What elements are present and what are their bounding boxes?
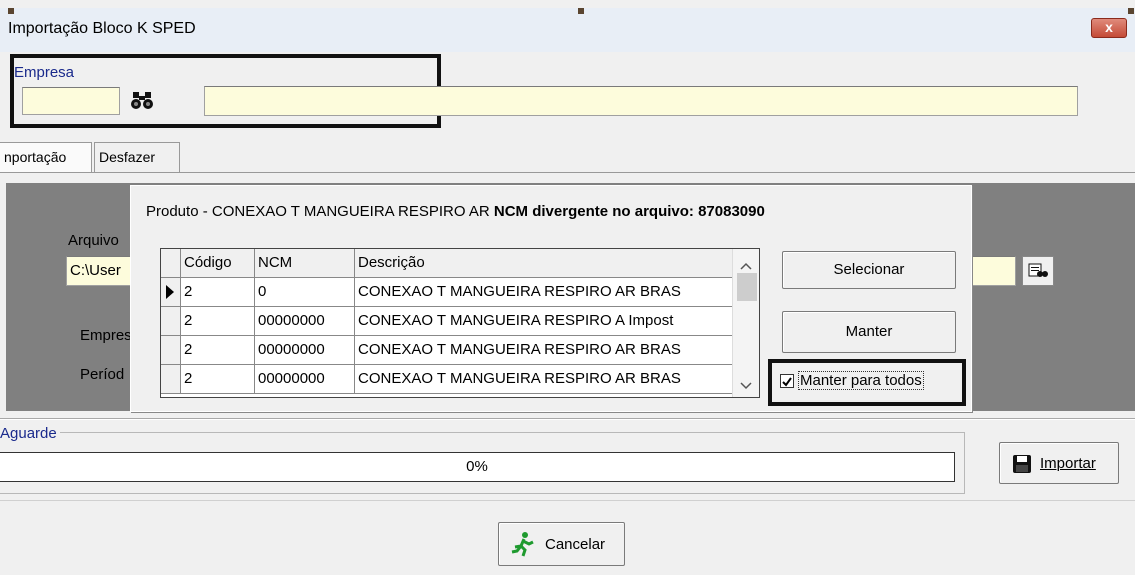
resize-grip-icon[interactable] xyxy=(1128,8,1134,14)
table-cell[interactable]: 2 xyxy=(181,307,255,336)
tab-importacao[interactable]: nportação xyxy=(0,142,92,172)
table-cell[interactable]: CONEXAO T MANGUEIRA RESPIRO A Impost xyxy=(355,307,733,336)
dialog-message: Produto - CONEXAO T MANGUEIRA RESPIRO AR… xyxy=(146,203,765,220)
column-header-codigo[interactable]: Código xyxy=(181,249,255,278)
table-cell[interactable]: 2 xyxy=(181,336,255,365)
row-indicator-current[interactable] xyxy=(161,278,181,307)
table-cell[interactable]: 00000000 xyxy=(255,336,355,365)
import-button-label: Importar xyxy=(1040,455,1096,472)
browse-folder-icon xyxy=(1028,262,1048,280)
tab-desfazer[interactable]: Desfazer xyxy=(94,142,180,172)
table-cell[interactable]: 00000000 xyxy=(255,307,355,336)
import-button[interactable]: Importar xyxy=(999,442,1119,484)
binoculars-icon[interactable] xyxy=(130,90,154,112)
section-divider xyxy=(0,418,1135,420)
running-man-icon xyxy=(511,531,535,561)
cancel-button[interactable]: Cancelar xyxy=(498,522,625,566)
empresa-label: Empresa xyxy=(14,64,75,81)
scroll-up-icon[interactable] xyxy=(740,257,752,273)
column-header-descricao[interactable]: Descrição xyxy=(355,249,733,278)
empresa-name-input[interactable] xyxy=(204,86,1078,116)
scroll-thumb[interactable] xyxy=(737,273,757,301)
column-header-ncm[interactable]: NCM xyxy=(255,249,355,278)
arquivo-label: Arquivo xyxy=(68,232,119,249)
empresa-code-input[interactable] xyxy=(22,87,120,115)
tab-desfazer-label: Desfazer xyxy=(99,149,156,165)
table-cell[interactable]: 00000000 xyxy=(255,365,355,394)
tab-divider xyxy=(0,172,1135,173)
close-button[interactable]: x xyxy=(1091,18,1127,38)
scroll-down-icon[interactable] xyxy=(740,377,752,393)
resize-grip-icon[interactable] xyxy=(578,8,584,14)
arquivo-input-tail[interactable] xyxy=(970,256,1016,286)
table-cell[interactable]: CONEXAO T MANGUEIRA RESPIRO AR BRAS xyxy=(355,278,733,307)
dialog-message-ncm: NCM divergente no arquivo: 87083090 xyxy=(493,203,765,220)
product-grid[interactable]: Código NCM Descrição 2 0 CONEXAO T MANGU… xyxy=(160,248,760,398)
keep-all-label[interactable]: Manter para todos xyxy=(798,371,924,390)
empresa-panel-label: Empres xyxy=(80,327,132,344)
browse-file-button[interactable] xyxy=(1022,256,1054,286)
floppy-disk-icon xyxy=(1012,454,1032,478)
select-button[interactable]: Selecionar xyxy=(782,251,956,289)
footer-divider xyxy=(0,500,1135,501)
grid-scrollbar[interactable] xyxy=(732,249,759,397)
checkmark-icon xyxy=(782,377,792,387)
row-indicator[interactable] xyxy=(161,307,181,336)
progress-group-label: Aguarde xyxy=(0,425,60,442)
table-cell[interactable]: 2 xyxy=(181,278,255,307)
row-indicator[interactable] xyxy=(161,336,181,365)
progress-bar: 0% xyxy=(0,452,955,482)
table-cell[interactable]: 2 xyxy=(181,365,255,394)
keep-all-checkbox[interactable] xyxy=(780,374,794,388)
dialog-message-product: Produto - CONEXAO T MANGUEIRA RESPIRO AR xyxy=(146,203,494,220)
window-title: Importação Bloco K SPED xyxy=(8,20,196,37)
arquivo-input[interactable]: C:\User xyxy=(66,256,138,286)
grid-corner xyxy=(161,249,181,278)
tab-importacao-label: nportação xyxy=(4,149,67,165)
table-cell[interactable]: 0 xyxy=(255,278,355,307)
resize-grip-icon[interactable] xyxy=(8,8,14,14)
keep-button[interactable]: Manter xyxy=(782,311,956,353)
cancel-button-label: Cancelar xyxy=(545,536,606,553)
periodo-label: Períod xyxy=(80,366,125,383)
row-indicator[interactable] xyxy=(161,365,181,394)
current-row-arrow-icon xyxy=(166,285,174,299)
progress-value: 0% xyxy=(466,458,488,475)
table-cell[interactable]: CONEXAO T MANGUEIRA RESPIRO AR BRAS xyxy=(355,365,733,394)
table-cell[interactable]: CONEXAO T MANGUEIRA RESPIRO AR BRAS xyxy=(355,336,733,365)
